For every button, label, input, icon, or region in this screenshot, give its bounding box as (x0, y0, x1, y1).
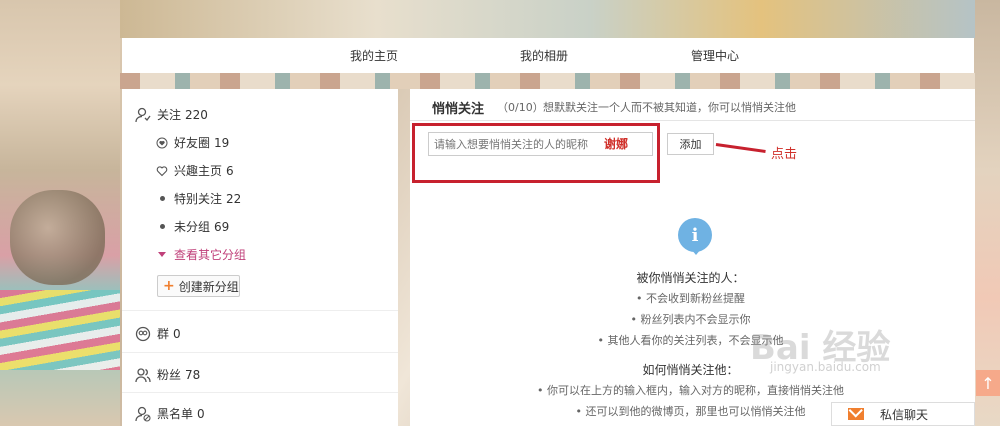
group-follow[interactable]: 关注 220 (135, 106, 208, 123)
private-chat-bar[interactable]: 私信聊天 (831, 402, 975, 426)
group-blacklist[interactable]: 黑名单 0 (135, 405, 205, 422)
sub-friends-circle-count: 19 (214, 135, 230, 150)
group-fans-count: 78 (185, 367, 201, 382)
users-icon (135, 367, 151, 383)
sub-special-follow-label: 特别关注 (174, 192, 223, 206)
group-fans[interactable]: 粉丝 78 (135, 366, 200, 383)
group-fans-label: 粉丝 (157, 368, 182, 382)
circle-heart-icon (156, 137, 168, 149)
dot-icon (156, 193, 168, 205)
create-group-button[interactable]: + 创建新分组 (157, 275, 240, 297)
user-block-icon (135, 406, 151, 422)
group-blacklist-label: 黑名单 (157, 407, 194, 421)
top-nav: 我的主页 我的相册 管理中心 (122, 38, 974, 73)
panel-header: 悄悄关注 （0/10） 想默默关注一个人而不被其知道，你可以悄悄关注他 (410, 89, 975, 121)
right-panel: 悄悄关注 （0/10） 想默默关注一个人而不被其知道，你可以悄悄关注他 谢娜 添… (410, 89, 975, 426)
sub-friends-circle-label: 好友圈 (174, 136, 211, 150)
group-groups-count: 0 (173, 326, 181, 341)
divider (122, 352, 398, 353)
sub-ungrouped-label: 未分组 (174, 220, 211, 234)
section1-item: • 不会收到新粉丝提醒 (636, 292, 745, 305)
create-group-label: 创建新分组 (178, 279, 239, 294)
section2-item: • 你可以在上方的输入框内，输入对方的昵称，直接悄悄关注他 (537, 384, 844, 397)
group-chat-icon (135, 326, 151, 342)
typed-name-annotation: 谢娜 (604, 137, 629, 151)
background-photo-strip (120, 73, 975, 89)
triangle-down-icon (156, 249, 168, 261)
sub-special-follow-count: 22 (226, 191, 242, 206)
view-other-groups[interactable]: 查看其它分组 (156, 246, 246, 263)
nav-management-center[interactable]: 管理中心 (691, 47, 739, 64)
private-chat-label: 私信聊天 (880, 407, 929, 422)
sub-interest-pages-label: 兴趣主页 (174, 164, 223, 178)
divider (122, 310, 398, 311)
group-groups[interactable]: 群 0 (135, 325, 181, 342)
nav-my-album[interactable]: 我的相册 (520, 47, 568, 64)
sub-friends-circle[interactable]: 好友圈 19 (156, 134, 229, 151)
baidu-watermark-url: jingyan.baidu.com (770, 360, 881, 374)
background-cat-photo (10, 190, 105, 285)
section1-title: 被你悄悄关注的人： (636, 271, 745, 285)
dot-icon (156, 221, 168, 233)
click-annotation: 点击 (771, 147, 798, 162)
add-button[interactable]: 添加 (667, 133, 714, 155)
view-other-groups-label: 查看其它分组 (174, 248, 247, 262)
group-blacklist-count: 0 (197, 406, 205, 421)
background-photo-right (972, 0, 1000, 426)
user-follow-icon (135, 107, 151, 123)
group-follow-label: 关注 (157, 108, 182, 122)
back-to-top-button[interactable]: ↑ (976, 370, 1000, 396)
sub-interest-pages-count: 6 (226, 163, 234, 178)
divider (122, 392, 398, 393)
group-follow-count: 220 (185, 107, 208, 122)
quota-count: （0/10） (497, 101, 544, 114)
sub-ungrouped[interactable]: 未分组 69 (156, 218, 229, 235)
nav-my-homepage[interactable]: 我的主页 (350, 47, 398, 64)
heart-outline-icon (156, 165, 168, 177)
left-panel: 关注 220 好友圈 19 兴趣主页 6 特别关注 22 未分组 69 查看其它… (122, 89, 398, 426)
group-groups-label: 群 (157, 327, 170, 341)
sub-interest-pages[interactable]: 兴趣主页 6 (156, 162, 234, 179)
info-icon: i (678, 218, 712, 252)
background-photo-top (120, 0, 975, 38)
page-title: 悄悄关注 (432, 102, 485, 117)
page-description: 想默默关注一个人而不被其知道，你可以悄悄关注他 (543, 101, 796, 114)
sub-special-follow[interactable]: 特别关注 22 (156, 190, 241, 207)
plus-icon: + (163, 278, 175, 294)
info-icon-tail (691, 249, 701, 255)
background-striped-shirt (0, 290, 120, 370)
annotation-arrow (715, 143, 766, 153)
sub-ungrouped-count: 69 (214, 219, 230, 234)
mail-icon (848, 408, 864, 420)
